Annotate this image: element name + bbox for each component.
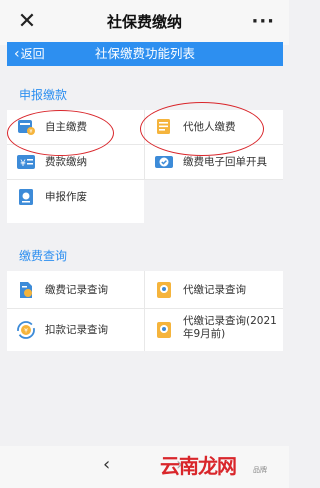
- menu-item-deduction-record[interactable]: ¥ 扣款记录查询: [7, 309, 144, 351]
- menu-item-label: 申报作废: [45, 191, 87, 203]
- menu-item-label: 代缴记录查询(2021年9月前): [183, 315, 277, 340]
- svg-text:¥: ¥: [20, 159, 26, 169]
- watermark-logo: 云南龙网: [160, 454, 237, 478]
- menu-item-label: 代缴记录查询: [183, 284, 246, 296]
- deduction-record-icon: ¥: [17, 321, 35, 339]
- declaration-grid: ¥ 自主缴费 代他人缴费 ¥ 费款缴纳 缴费电子回单开具 申报作废: [7, 110, 283, 223]
- nav-back-icon[interactable]: ‹: [103, 454, 110, 475]
- payment-record-icon: [20, 282, 32, 298]
- menu-item-label: 缴费电子回单开具: [183, 156, 267, 168]
- query-grid: 缴费记录查询 代缴记录查询 ¥ 扣款记录查询 代缴记录查询(2021年9月前): [7, 271, 283, 351]
- function-list: 申报缴款 ¥ 自主缴费 代他人缴费 ¥ 费款缴纳 缴费电子回单开具 申报作废 缴…: [7, 66, 283, 444]
- menu-item-proxy-record-old[interactable]: 代缴记录查询(2021年9月前): [144, 309, 283, 351]
- menu-item-label: 费款缴纳: [45, 156, 87, 168]
- proxy-record-old-icon: [157, 322, 171, 338]
- svg-text:¥: ¥: [29, 129, 32, 135]
- e-receipt-icon: [155, 156, 173, 168]
- self-pay-icon: ¥: [18, 120, 35, 135]
- title-bar: ✕ 社保费缴纳 ···: [0, 0, 289, 45]
- menu-item-self-pay[interactable]: ¥ 自主缴费: [7, 110, 144, 145]
- menu-item-pay-for-others[interactable]: 代他人缴费: [144, 110, 283, 145]
- menu-item-payment-record[interactable]: 缴费记录查询: [7, 271, 144, 309]
- menu-item-declaration-void[interactable]: 申报作废: [7, 180, 144, 215]
- browser-bottom-bar: ‹ ›: [0, 446, 289, 488]
- menu-item-proxy-record[interactable]: 代缴记录查询: [144, 271, 283, 309]
- menu-item-label: 自主缴费: [45, 121, 87, 133]
- empty-cell: [144, 180, 283, 223]
- menu-item-e-receipt[interactable]: 缴费电子回单开具: [144, 145, 283, 180]
- watermark-sub: 品牌: [253, 466, 267, 474]
- nav-bar: ‹返回 社保缴费功能列表: [7, 42, 283, 66]
- page-title: 社保缴费功能列表: [94, 46, 195, 61]
- section-title-declaration: 申报缴款: [19, 88, 68, 102]
- menu-item-label: 缴费记录查询: [45, 284, 108, 296]
- menu-item-label: 代他人缴费: [183, 121, 236, 133]
- svg-text:¥: ¥: [24, 328, 28, 335]
- menu-item-fee-payment[interactable]: ¥ 费款缴纳: [7, 145, 144, 180]
- pay-for-others-icon: [157, 119, 170, 134]
- declaration-void-icon: [19, 189, 33, 205]
- fee-payment-icon: ¥: [17, 155, 35, 169]
- section-title-query: 缴费查询: [19, 249, 68, 263]
- proxy-record-icon: [157, 282, 171, 298]
- window-title: 社保费缴纳: [106, 13, 182, 31]
- more-options-icon[interactable]: ···: [251, 10, 275, 34]
- menu-item-label: 扣款记录查询: [45, 324, 108, 336]
